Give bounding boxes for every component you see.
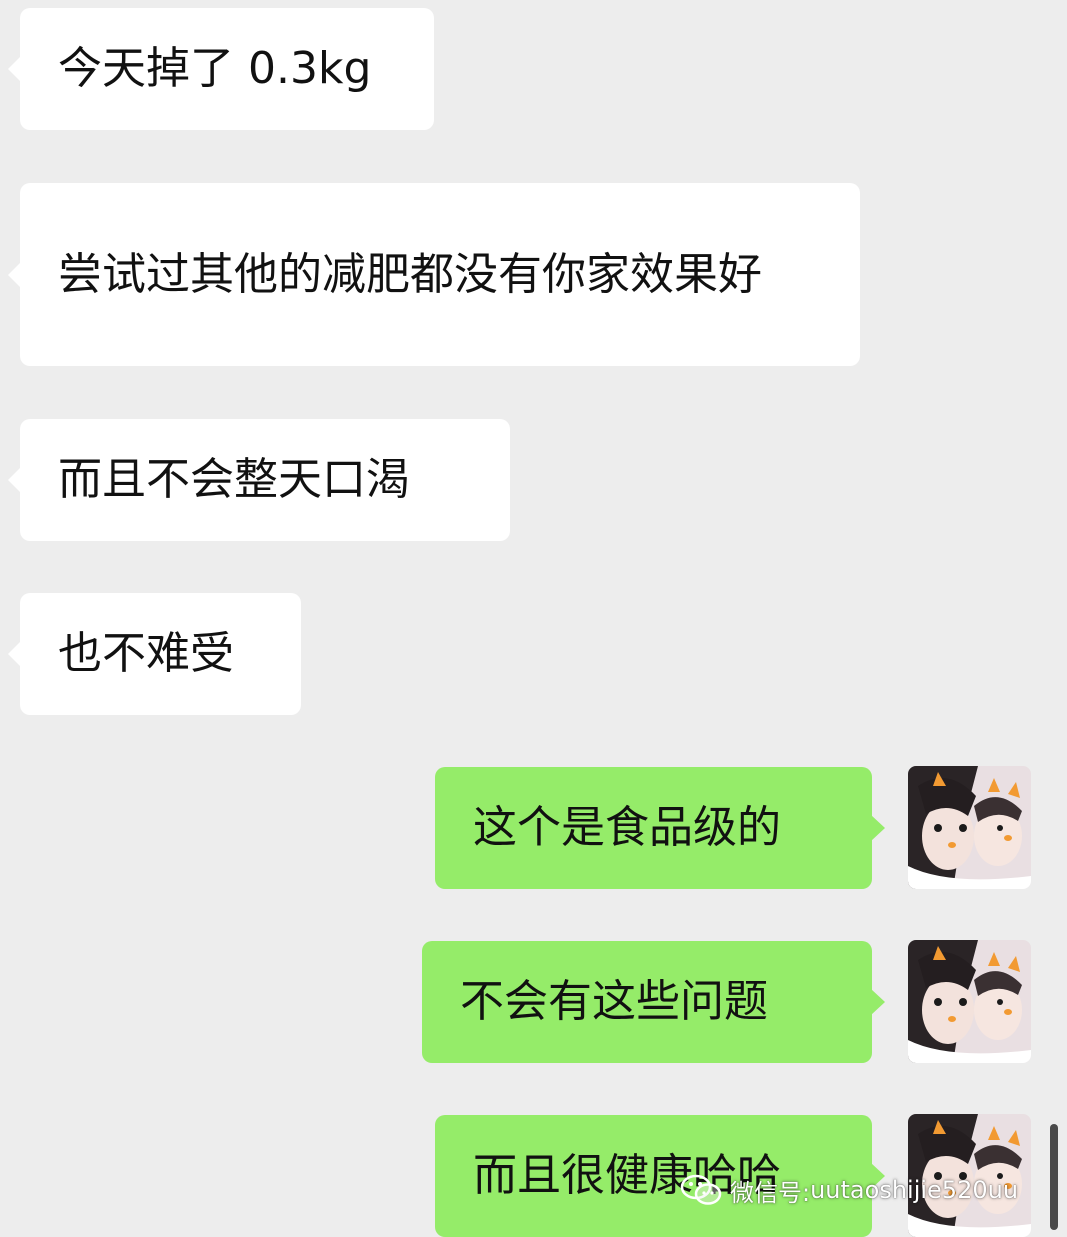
incoming-message-bubble[interactable]: 而且不会整天口渴 [8,419,510,541]
user-avatar[interactable] [908,766,1031,889]
scrollbar-thumb[interactable] [1050,1124,1058,1230]
message-text: 这个是食品级的 [473,802,781,853]
chat-messages-area[interactable]: 今天掉了 0.3kg 尝试过其他的减肥都没有你家效果好 而且不会整天口渴 也不难… [0,0,1067,1237]
watermark-account: uutaoshijie520uu [810,1176,1019,1204]
wechat-watermark: 微信号: uutaoshijie520uu [680,1170,1018,1210]
message-text: 也不难受 [58,628,234,679]
avatar-photo-icon [908,766,1031,889]
message-text: 今天掉了 0.3kg [58,43,372,94]
message-text: 而且不会整天口渴 [58,454,410,505]
incoming-message-bubble[interactable]: 也不难受 [8,593,301,715]
outgoing-message-bubble[interactable]: 这个是食品级的 [435,767,885,889]
message-text: 不会有这些问题 [460,976,768,1027]
avatar-photo-icon [908,940,1031,1063]
wechat-icon [680,1174,722,1205]
user-avatar[interactable] [908,940,1031,1063]
message-text: 尝试过其他的减肥都没有你家效果好 [58,248,762,300]
incoming-message-bubble[interactable]: 尝试过其他的减肥都没有你家效果好 [8,183,860,366]
outgoing-message-bubble[interactable]: 不会有这些问题 [422,941,885,1063]
incoming-message-bubble[interactable]: 今天掉了 0.3kg [8,8,434,130]
watermark-label: 微信号: [730,1178,811,1207]
